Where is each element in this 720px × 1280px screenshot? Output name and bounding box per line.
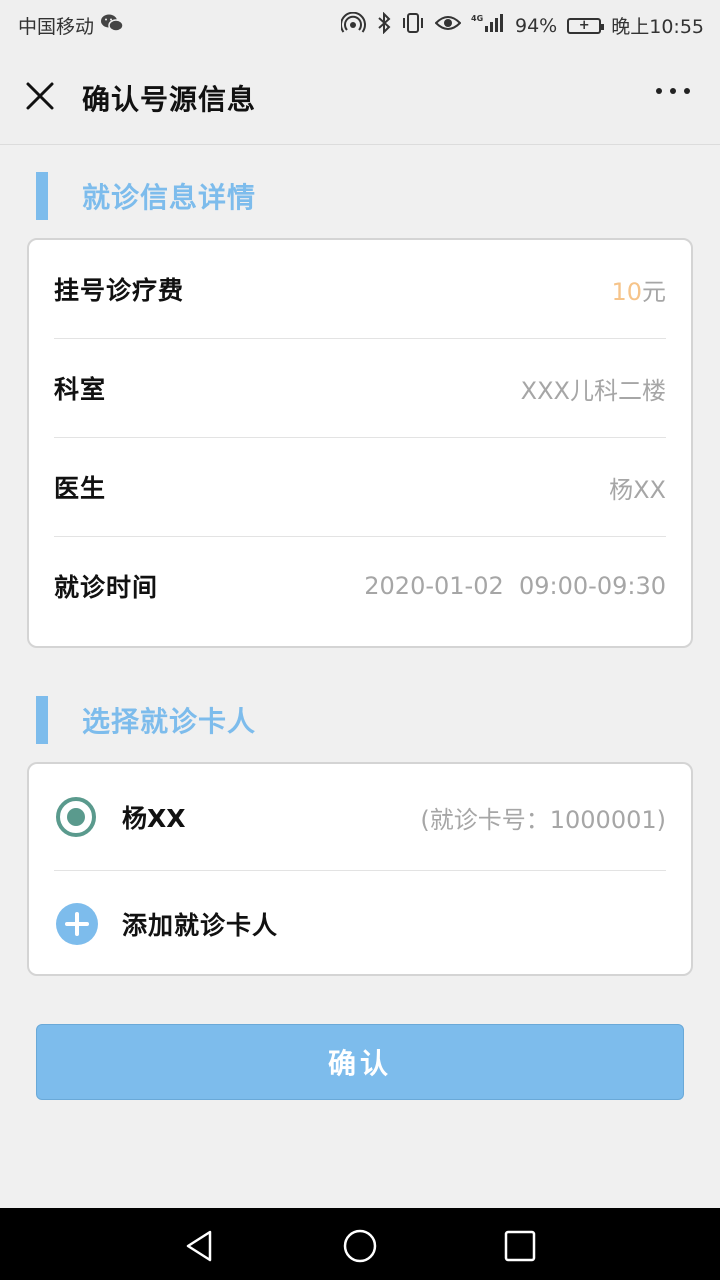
clock-text: 晚上10:55 (611, 16, 704, 38)
patient-name: 杨XX (122, 804, 186, 833)
section-accent-bar (36, 696, 48, 744)
visit-section-header: 就诊信息详情 (36, 172, 256, 220)
page-title: 确认号源信息 (82, 83, 257, 116)
close-icon[interactable] (22, 78, 58, 114)
card-number: (就诊卡号：1000001) (420, 805, 666, 834)
visit-section-title: 就诊信息详情 (82, 181, 257, 214)
battery-icon: + (567, 17, 605, 34)
status-bar: 中国移动 4G 94% + 晚上10:55 (0, 0, 720, 50)
radio-selected-icon[interactable] (56, 797, 96, 837)
vibrate-icon (401, 12, 425, 39)
doctor-value: 杨XX (609, 475, 666, 504)
doctor-row: 医生 杨XX (54, 438, 666, 537)
status-right: 4G 94% + 晚上10:55 (340, 11, 704, 39)
fee-amount: 10 (611, 277, 642, 306)
more-dot (656, 88, 662, 94)
hotspot-icon (340, 11, 367, 39)
fee-value: 10元 (611, 272, 666, 307)
department-value: XXX儿科二楼 (520, 376, 666, 405)
nav-back-icon[interactable] (182, 1228, 218, 1264)
patient-option-row[interactable]: 杨XX (就诊卡号：1000001) (54, 764, 666, 871)
nav-bar (0, 1208, 720, 1280)
signal-icon: 4G (471, 12, 505, 39)
patient-card: 杨XX (就诊卡号：1000001) 添加就诊卡人 (27, 762, 693, 976)
nav-home-icon[interactable] (342, 1228, 378, 1264)
section-accent-bar (36, 172, 48, 220)
eye-icon (434, 13, 462, 38)
add-patient-label: 添加就诊卡人 (122, 911, 279, 940)
patient-section-header: 选择就诊卡人 (36, 696, 256, 744)
more-dot (670, 88, 676, 94)
fee-row: 挂号诊疗费 10元 (54, 240, 666, 339)
screen: 中国移动 4G 94% + 晚上10:55 确认号源信息 就诊信息详情 挂号诊疗… (0, 0, 720, 1280)
fee-label: 挂号诊疗费 (54, 276, 185, 305)
status-left: 中国移动 (18, 12, 124, 39)
department-label: 科室 (54, 375, 107, 404)
patient-section-title: 选择就诊卡人 (82, 705, 257, 738)
add-icon[interactable] (56, 903, 98, 945)
visit-info-card: 挂号诊疗费 10元 科室 XXX儿科二楼 医生 杨XX 就诊时间 2020-01… (27, 238, 693, 648)
confirm-button[interactable]: 确认 (36, 1024, 684, 1100)
nav-recent-icon[interactable] (502, 1228, 538, 1264)
department-row: 科室 XXX儿科二楼 (54, 339, 666, 438)
visit-time-row: 就诊时间 2020-01-02 09:00-09:30 (54, 537, 666, 635)
wechat-icon (100, 13, 124, 38)
more-dot (684, 88, 690, 94)
more-icon[interactable] (656, 88, 690, 94)
title-bar: 确认号源信息 (0, 50, 720, 145)
bluetooth-icon (377, 11, 391, 39)
carrier-text: 中国移动 (18, 16, 95, 38)
visit-time-value: 2020-01-02 09:00-09:30 (364, 572, 666, 600)
battery-percent: 94% (515, 14, 558, 37)
fee-unit: 元 (642, 277, 666, 306)
visit-time-label: 就诊时间 (54, 573, 159, 602)
svg-text:4G: 4G (471, 14, 483, 23)
doctor-label: 医生 (54, 474, 107, 503)
add-patient-row[interactable]: 添加就诊卡人 (54, 871, 666, 977)
